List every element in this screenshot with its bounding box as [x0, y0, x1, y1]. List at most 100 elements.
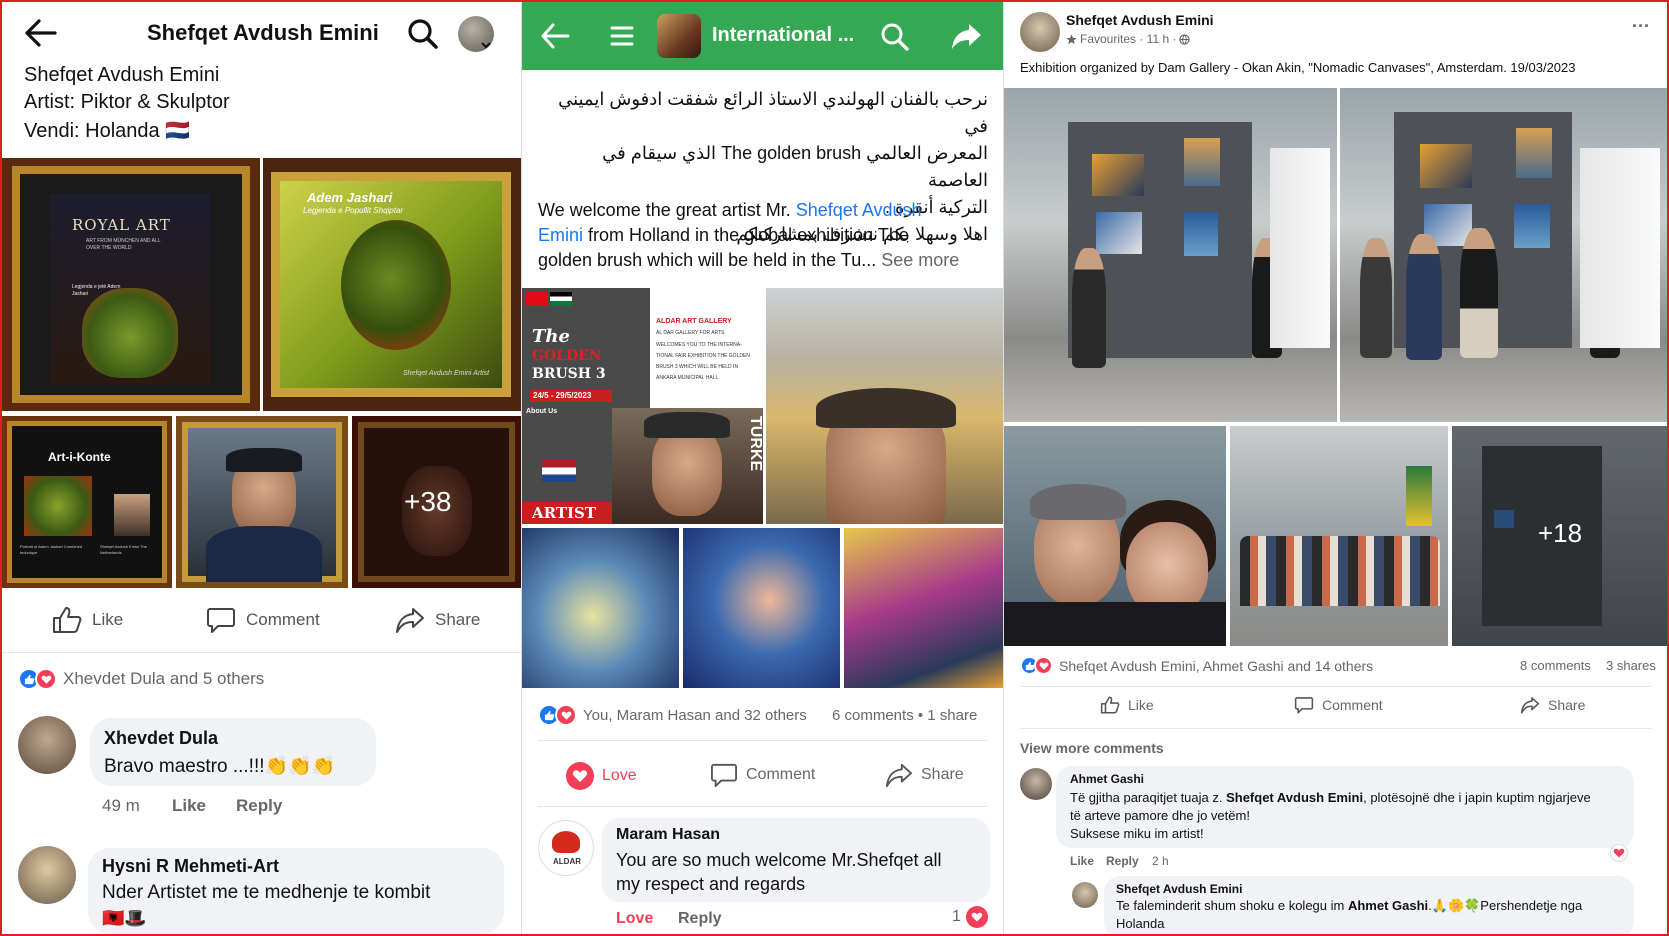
- post-meta-text: Favourites · 11 h ·: [1080, 32, 1177, 46]
- comment-reply-link[interactable]: Reply: [678, 910, 722, 928]
- comment-love-link[interactable]: Love: [616, 910, 653, 928]
- thumbs-up-icon: [52, 606, 82, 634]
- thumbs-up-icon: [1100, 696, 1120, 714]
- comment-time: 2 h: [1152, 854, 1169, 868]
- post-photo-poster[interactable]: The GOLDEN BRUSH 3 24/5 - 29/5/2023 Abou…: [522, 288, 763, 524]
- reactions-summary[interactable]: Xhevdet Dula and 5 others: [18, 668, 264, 690]
- comment-avatar[interactable]: [1072, 882, 1098, 908]
- comment-author[interactable]: Shefqet Avdush Emini: [1116, 882, 1242, 896]
- post-photo-3[interactable]: [1004, 426, 1226, 646]
- post-photo-5-more[interactable]: +18: [1452, 426, 1667, 646]
- panel-profile-post: Shefqet Avdush Emini Shefqet Avdush Emin…: [2, 2, 521, 934]
- tagged-name[interactable]: Ahmet Gashi: [1348, 898, 1428, 913]
- comment-avatar[interactable]: [18, 716, 76, 774]
- comment-like-link[interactable]: Like: [1070, 854, 1094, 868]
- post-photo-1[interactable]: ROYAL ART ART FROM MÜNCHEN AND ALL OVER …: [2, 158, 260, 411]
- profile-header-title: Shefqet Avdush Emini: [147, 20, 379, 45]
- post-author[interactable]: Shefqet Avdush Emini: [1066, 12, 1214, 28]
- reactions-summary[interactable]: You, Maram Hasan and 32 others: [538, 704, 807, 726]
- poster-gallery: ALDAR ART GALLERY: [656, 318, 732, 325]
- comment-bubble: Hysni R Mehmeti-Art Nder Artistet me te …: [88, 848, 504, 934]
- divider: [2, 652, 521, 653]
- post-photo-2[interactable]: [1340, 88, 1667, 422]
- post-text-english: We welcome the great artist Mr. Shefqet …: [538, 198, 998, 273]
- love-reaction-icon: [555, 704, 577, 726]
- comment-author[interactable]: Xhevdet Dula: [104, 728, 218, 749]
- divider: [538, 806, 988, 807]
- comment-label: Comment: [746, 766, 816, 783]
- post-photo-painting-3[interactable]: [844, 528, 1003, 688]
- share-label: Share: [921, 766, 964, 783]
- post-photo-2[interactable]: Adem Jashari Legjenda e Popullit Shqipta…: [263, 158, 521, 411]
- view-more-comments-link[interactable]: View more comments: [1020, 740, 1164, 756]
- group-header-title[interactable]: International ...: [712, 24, 854, 47]
- share-button[interactable]: Share: [395, 606, 480, 634]
- love-reaction-icon: [35, 668, 57, 690]
- search-icon[interactable]: [880, 22, 910, 52]
- post-photo-4[interactable]: [176, 416, 348, 588]
- poster2-title: Adem Jashari: [307, 190, 393, 205]
- like-button[interactable]: Like: [1100, 696, 1154, 714]
- comment-text: të arteve pamore dhe jo vetëm!: [1070, 808, 1250, 823]
- comment-author[interactable]: Hysni R Mehmeti-Art: [102, 856, 279, 877]
- comment-avatar[interactable]: [1020, 768, 1052, 800]
- back-arrow-icon[interactable]: [24, 18, 58, 48]
- post-photo-5-more[interactable]: +38: [352, 416, 521, 588]
- comment-like-link[interactable]: Like: [172, 796, 206, 816]
- see-more-link[interactable]: See more: [881, 250, 959, 270]
- comment-button[interactable]: Comment: [710, 762, 815, 788]
- poster1-sub: ART FROM MÜNCHEN AND ALL OVER THE WORLD: [86, 238, 161, 251]
- intro-country-text: Vendi: Holanda: [24, 120, 160, 142]
- tagged-name[interactable]: Shefqet Avdush Emini: [1226, 790, 1363, 805]
- more-photos-count: +18: [1538, 518, 1583, 548]
- divider: [1020, 686, 1652, 687]
- comment-author[interactable]: Maram Hasan: [616, 826, 720, 844]
- comment-text: Te faleminderit shum shoku e kolegu im A…: [1116, 898, 1582, 914]
- more-options-icon[interactable]: ···: [1632, 16, 1650, 37]
- poster3-caption-left: Portrait of Adem Jashari Combined techni…: [20, 544, 83, 555]
- tagged-artist-link-2[interactable]: Emini: [538, 225, 583, 245]
- post-text: We welcome the great artist Mr.: [538, 200, 796, 220]
- comment-avatar[interactable]: [18, 846, 76, 904]
- comment-avatar[interactable]: ALDAR: [538, 820, 594, 876]
- post-photo-painting-2[interactable]: [683, 528, 840, 688]
- poster-welcome: WELCOMES YOU TO THE INTERNA- TIONAL FAIR…: [656, 342, 750, 381]
- group-avatar[interactable]: [657, 14, 701, 58]
- comment-reply-link[interactable]: Reply: [1106, 854, 1139, 868]
- like-button[interactable]: Like: [52, 606, 123, 634]
- shares-count[interactable]: 3 shares: [1606, 658, 1656, 673]
- search-icon[interactable]: [407, 18, 439, 50]
- share-arrow-icon[interactable]: [950, 22, 982, 50]
- tagged-artist-link[interactable]: Shefqet Avdush: [796, 200, 922, 220]
- comments-shares-count[interactable]: 6 comments • 1 share: [832, 707, 977, 724]
- reactions-text: You, Maram Hasan and 32 others: [583, 706, 807, 724]
- comment-button[interactable]: Comment: [1294, 696, 1383, 714]
- author-avatar[interactable]: [1020, 12, 1060, 52]
- reactions-summary[interactable]: Shefqet Avdush Emini, Ahmet Gashi and 14…: [1020, 656, 1373, 675]
- post-caption: Exhibition organized by Dam Gallery - Ok…: [1020, 60, 1576, 75]
- post-photo-selfie[interactable]: [766, 288, 1003, 524]
- share-button[interactable]: Share: [1520, 696, 1585, 714]
- comment-bubble: Xhevdet Dula Bravo maestro ...!!!👏👏👏: [90, 718, 376, 786]
- post-photo-4[interactable]: [1230, 426, 1448, 646]
- flag-netherlands-icon: 🇳🇱: [165, 120, 191, 142]
- post-photo-1[interactable]: [1004, 88, 1337, 422]
- poster3-brand: Art-i-Konte: [48, 450, 111, 464]
- post-photo-3[interactable]: Art-i-Konte Portrait of Adem Jashari Com…: [2, 416, 172, 588]
- poster1-brand: ROYAL ART: [72, 216, 171, 234]
- post-photo-painting-1[interactable]: [522, 528, 679, 688]
- poster-dates: 24/5 - 29/5/2023: [533, 391, 592, 400]
- comments-count[interactable]: 8 comments: [1520, 658, 1591, 673]
- chevron-down-icon[interactable]: [480, 40, 492, 50]
- back-arrow-icon[interactable]: [540, 22, 570, 50]
- comment-reply-link[interactable]: Reply: [236, 796, 282, 816]
- menu-icon[interactable]: [610, 24, 634, 48]
- comment-text-part: .🙏🌼🍀Pershendetje nga: [1428, 898, 1583, 913]
- love-button[interactable]: Love: [566, 762, 637, 790]
- share-button[interactable]: Share: [885, 762, 964, 788]
- share-label: Share: [435, 610, 481, 629]
- avatar-label: ALDAR: [553, 857, 581, 866]
- love-label: Love: [602, 767, 637, 784]
- comment-author[interactable]: Ahmet Gashi: [1070, 772, 1144, 786]
- comment-button[interactable]: Comment: [206, 606, 320, 634]
